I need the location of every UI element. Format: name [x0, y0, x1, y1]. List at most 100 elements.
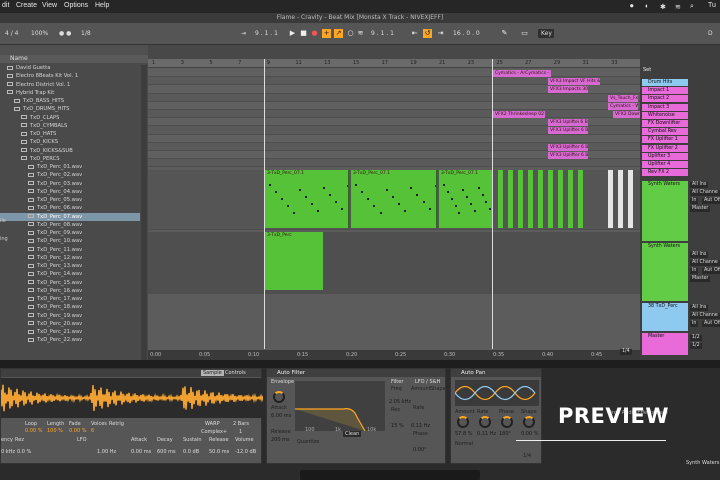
- perc-clip-slice[interactable]: [528, 170, 533, 229]
- synth-track-header[interactable]: Synth Waters: [642, 181, 688, 241]
- af-rate-value[interactable]: 0.11 Hz: [411, 423, 430, 429]
- output-select-2[interactable]: Master: [690, 276, 711, 282]
- menu-options[interactable]: Options: [64, 2, 88, 9]
- input-type-select-3[interactable]: All Ins: [690, 305, 709, 311]
- draw-mode-icon[interactable]: ✎: [500, 29, 509, 38]
- synth-track-header-2[interactable]: Synth Waters: [642, 243, 688, 301]
- input-channel-select-3[interactable]: All Channe: [690, 313, 720, 319]
- track-lane[interactable]: [148, 93, 640, 102]
- browser-item[interactable]: TxD_KICKS&SUB: [0, 147, 140, 155]
- master-track-header[interactable]: Master: [642, 333, 688, 355]
- stop-icon[interactable]: ■: [299, 29, 308, 38]
- simpler-extra-6[interactable]: Complex+: [201, 429, 227, 435]
- browser-item[interactable]: TxD_Perc_09.wav: [0, 229, 140, 237]
- browser-name-header[interactable]: Name: [0, 55, 148, 63]
- af-env-knob[interactable]: [273, 391, 285, 403]
- browser-scrollbar[interactable]: [141, 65, 147, 360]
- af-attack-value[interactable]: 6.00 ms: [271, 413, 291, 419]
- position-readout[interactable]: 9 . 1 . 1: [252, 29, 282, 38]
- perc-track-header[interactable]: 38 TxD_Perc: [642, 303, 688, 331]
- browser-item[interactable]: TxD_Perc_01.wav: [0, 163, 140, 171]
- perc-clip-slice[interactable]: [578, 170, 583, 229]
- browser-item[interactable]: TxD_HATS: [0, 130, 140, 138]
- af-release-value[interactable]: 200 ms: [271, 437, 290, 443]
- perc-clip-slice[interactable]: [558, 170, 563, 229]
- autopan-ratio[interactable]: 1/4: [523, 453, 531, 459]
- track-lane[interactable]: [148, 134, 640, 143]
- track-lane[interactable]: [148, 159, 640, 168]
- browser-item[interactable]: TxD_Perc_18.wav: [0, 303, 140, 311]
- simpler-env-value[interactable]: 50.0 ms: [209, 449, 229, 455]
- grid-quant[interactable]: 1/8: [78, 29, 94, 38]
- perc-clip-slice[interactable]: [538, 170, 543, 229]
- perc-clip[interactable]: 3-TxD_Perc_07.1: [265, 170, 349, 229]
- play-icon[interactable]: ▶: [288, 29, 297, 38]
- bluetooth-icon[interactable]: ✱: [660, 3, 666, 11]
- perc-clip[interactable]: 3-TxD_Perc_07.1: [351, 170, 437, 229]
- sfx-clip[interactable]: Vs_Touch_Fx_13: [608, 94, 638, 102]
- input-type-select[interactable]: All Ins: [690, 182, 709, 188]
- waveform-display[interactable]: [1, 378, 263, 418]
- synth-track-lane[interactable]: [148, 232, 640, 295]
- session-record-icon[interactable]: ○: [346, 29, 355, 38]
- browser-item[interactable]: Hybrid Trap Kit: [0, 89, 140, 97]
- menu-help[interactable]: Help: [95, 2, 109, 9]
- time-signature[interactable]: 4 / 4: [2, 29, 21, 38]
- empty-clip-slot[interactable]: [628, 170, 633, 229]
- af-freq-value[interactable]: 2.05 kHz: [389, 399, 411, 405]
- dock[interactable]: [300, 470, 480, 480]
- monitor-off-button-2[interactable]: Off: [712, 268, 720, 274]
- mixer-track-header[interactable]: Rev FX 2: [642, 169, 688, 177]
- browser-item[interactable]: David Guetta: [0, 64, 140, 72]
- perc-clip-slice[interactable]: [498, 170, 503, 229]
- perc-clip-slice[interactable]: [508, 170, 513, 229]
- perc-clip-slice[interactable]: [568, 170, 573, 229]
- tab-sample[interactable]: Sample: [201, 370, 224, 376]
- sfx-clip[interactable]: VFX3 Impacts 30: [548, 86, 588, 94]
- punch-out-icon[interactable]: ⇥: [436, 29, 445, 38]
- browser-item[interactable]: TxD_Perc_02.wav: [0, 171, 140, 179]
- simpler-extra-1[interactable]: Rez: [15, 437, 24, 443]
- perc-clip-slice[interactable]: [548, 170, 553, 229]
- autopan-knob[interactable]: [457, 416, 469, 428]
- autopan-value[interactable]: 0.00 %: [521, 431, 538, 437]
- af-res-value[interactable]: 15 %: [391, 423, 404, 429]
- simpler-param-value[interactable]: 0.00 %: [25, 428, 42, 434]
- record-icon[interactable]: ●: [310, 29, 319, 38]
- sfx-clip[interactable]: Cymatics - ArCymatics - Impacts 3: [493, 70, 551, 77]
- simpler-extra-8[interactable]: 2 Bars: [233, 421, 249, 427]
- menu-view[interactable]: View: [42, 2, 57, 9]
- perc-clip-slice[interactable]: [518, 170, 523, 229]
- autopan-mode[interactable]: Normal: [455, 441, 473, 447]
- loop-start[interactable]: 9 . 1 . 1: [368, 29, 398, 38]
- loop-toggle-icon[interactable]: ↺: [423, 29, 432, 38]
- browser-item[interactable]: Electro District Vol. 1: [0, 81, 140, 89]
- empty-clip-slot[interactable]: [608, 170, 613, 229]
- simpler-param-value[interactable]: 0.00 %: [69, 428, 86, 434]
- search-icon[interactable]: ⌕: [690, 3, 694, 11]
- browser-item[interactable]: TxD_Perc_17.wav: [0, 295, 140, 303]
- filter-response-graph[interactable]: [295, 381, 385, 431]
- sfx-clip[interactable]: VFX3 Impacts 34: [548, 78, 578, 86]
- browser-item[interactable]: TxD_Perc_11.wav: [0, 246, 140, 254]
- simpler-param-value[interactable]: 6: [91, 428, 94, 434]
- simpler-env-value[interactable]: 0.00 ms: [131, 449, 151, 455]
- track-lane[interactable]: [148, 101, 640, 110]
- master-ratio-1[interactable]: 1/2: [690, 335, 702, 341]
- monitor-in-button-3[interactable]: In: [690, 321, 699, 327]
- browser-item[interactable]: TxD_BASS_HITS: [0, 97, 140, 105]
- simpler-extra-7[interactable]: WARP: [205, 421, 220, 427]
- mixer-track-header[interactable]: Uplifter 4: [642, 161, 688, 168]
- key-map-button[interactable]: Key: [538, 29, 554, 38]
- monitor-in-button[interactable]: In: [690, 198, 699, 204]
- browser-item[interactable]: TxD_Perc_05.wav: [0, 196, 140, 204]
- sfx-clip[interactable]: VFX3 Upliftei 6 Bars 0: [548, 119, 588, 127]
- browser-item[interactable]: TxD_PERCS: [0, 155, 140, 163]
- simpler-extra-0[interactable]: ency: [1, 437, 13, 443]
- autopan-value[interactable]: 57.8 %: [455, 431, 472, 437]
- browser-item[interactable]: TxD_Perc_08.wav: [0, 221, 140, 229]
- mixer-track-header[interactable]: FX Uplifter 1: [642, 136, 688, 144]
- autopan-knob[interactable]: [523, 416, 535, 428]
- simpler-env-value[interactable]: 0.0 dB: [183, 449, 199, 455]
- overview-strip[interactable]: [148, 45, 640, 59]
